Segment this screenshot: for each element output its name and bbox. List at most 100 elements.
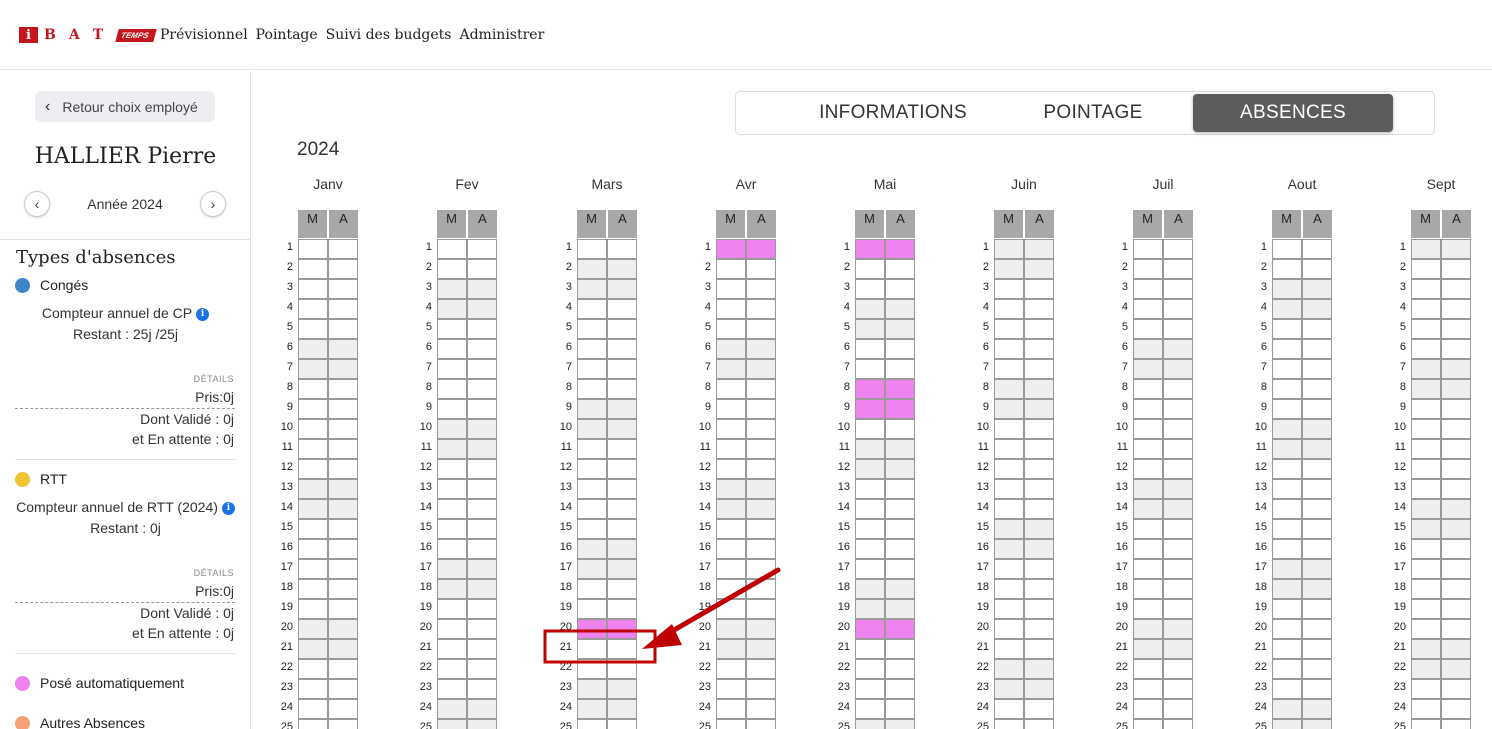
day-cell-afternoon[interactable]: [1302, 239, 1332, 259]
day-cell-morning[interactable]: [298, 279, 328, 299]
day-cell-afternoon[interactable]: [1302, 459, 1332, 479]
day-cell-afternoon[interactable]: [607, 359, 637, 379]
day-cell-morning[interactable]: [1411, 659, 1441, 679]
day-cell-morning[interactable]: [437, 239, 467, 259]
nav-administrer[interactable]: Administrer: [459, 27, 544, 43]
day-cell-afternoon[interactable]: [467, 599, 497, 619]
day-cell-morning[interactable]: [577, 379, 607, 399]
day-cell-afternoon[interactable]: [1302, 379, 1332, 399]
day-cell-morning[interactable]: [1133, 639, 1163, 659]
day-cell-afternoon[interactable]: [1163, 719, 1193, 729]
day-cell-morning[interactable]: [1272, 279, 1302, 299]
info-icon[interactable]: i: [196, 307, 210, 321]
day-cell-morning[interactable]: [716, 419, 746, 439]
day-cell-afternoon[interactable]: [1302, 259, 1332, 279]
day-cell-morning[interactable]: [1272, 419, 1302, 439]
day-cell-afternoon[interactable]: [885, 699, 915, 719]
day-cell-morning[interactable]: [1272, 559, 1302, 579]
day-cell-afternoon[interactable]: [328, 319, 358, 339]
day-cell-morning[interactable]: [577, 599, 607, 619]
day-cell-morning[interactable]: [855, 539, 885, 559]
day-cell-afternoon[interactable]: [1163, 679, 1193, 699]
day-cell-morning[interactable]: [716, 659, 746, 679]
day-cell-afternoon[interactable]: [467, 359, 497, 379]
day-cell-afternoon[interactable]: [1441, 559, 1471, 579]
day-cell-morning[interactable]: [298, 639, 328, 659]
day-cell-morning[interactable]: [577, 659, 607, 679]
day-cell-afternoon[interactable]: [746, 399, 776, 419]
day-cell-morning[interactable]: [298, 599, 328, 619]
day-cell-afternoon[interactable]: [885, 519, 915, 539]
day-cell-morning[interactable]: [1133, 319, 1163, 339]
day-cell-morning[interactable]: [1272, 619, 1302, 639]
day-cell-morning[interactable]: [577, 539, 607, 559]
day-cell-afternoon[interactable]: [1163, 599, 1193, 619]
day-cell-afternoon[interactable]: [467, 239, 497, 259]
day-cell-morning[interactable]: [994, 239, 1024, 259]
day-cell-morning[interactable]: [1411, 719, 1441, 729]
day-cell-morning[interactable]: [855, 559, 885, 579]
day-cell-afternoon[interactable]: [607, 719, 637, 729]
day-cell-morning[interactable]: [716, 559, 746, 579]
day-cell-afternoon[interactable]: [328, 539, 358, 559]
day-cell-afternoon[interactable]: [467, 699, 497, 719]
day-cell-morning[interactable]: [716, 599, 746, 619]
day-cell-morning[interactable]: [716, 259, 746, 279]
day-cell-morning[interactable]: [298, 679, 328, 699]
day-cell-afternoon[interactable]: [1441, 419, 1471, 439]
day-cell-morning[interactable]: [994, 519, 1024, 539]
day-cell-afternoon[interactable]: [1441, 519, 1471, 539]
day-cell-afternoon[interactable]: [1441, 339, 1471, 359]
day-cell-morning[interactable]: [577, 239, 607, 259]
day-cell-morning[interactable]: [1133, 459, 1163, 479]
info-icon[interactable]: i: [221, 501, 235, 515]
day-cell-afternoon[interactable]: [1163, 559, 1193, 579]
day-cell-afternoon[interactable]: [607, 259, 637, 279]
day-cell-morning[interactable]: [994, 339, 1024, 359]
day-cell-morning[interactable]: [437, 399, 467, 419]
day-cell-afternoon[interactable]: [1302, 359, 1332, 379]
day-cell-afternoon[interactable]: [885, 679, 915, 699]
day-cell-morning[interactable]: [855, 379, 885, 399]
day-cell-afternoon[interactable]: [1163, 359, 1193, 379]
day-cell-afternoon[interactable]: [1163, 319, 1193, 339]
day-cell-morning[interactable]: [577, 639, 607, 659]
day-cell-afternoon[interactable]: [607, 339, 637, 359]
day-cell-afternoon[interactable]: [467, 719, 497, 729]
day-cell-afternoon[interactable]: [328, 339, 358, 359]
day-cell-morning[interactable]: [577, 619, 607, 639]
day-cell-afternoon[interactable]: [746, 439, 776, 459]
day-cell-afternoon[interactable]: [1441, 479, 1471, 499]
day-cell-morning[interactable]: [437, 539, 467, 559]
day-cell-morning[interactable]: [1133, 659, 1163, 679]
day-cell-morning[interactable]: [577, 339, 607, 359]
day-cell-morning[interactable]: [437, 339, 467, 359]
day-cell-afternoon[interactable]: [328, 479, 358, 499]
day-cell-afternoon[interactable]: [467, 439, 497, 459]
day-cell-morning[interactable]: [716, 439, 746, 459]
day-cell-morning[interactable]: [437, 259, 467, 279]
day-cell-morning[interactable]: [855, 679, 885, 699]
day-cell-morning[interactable]: [855, 619, 885, 639]
day-cell-afternoon[interactable]: [328, 299, 358, 319]
day-cell-afternoon[interactable]: [1163, 299, 1193, 319]
day-cell-morning[interactable]: [716, 479, 746, 499]
day-cell-morning[interactable]: [437, 359, 467, 379]
day-cell-morning[interactable]: [994, 699, 1024, 719]
day-cell-morning[interactable]: [1411, 299, 1441, 319]
prev-year-button[interactable]: ‹: [24, 191, 50, 217]
day-cell-afternoon[interactable]: [328, 559, 358, 579]
day-cell-afternoon[interactable]: [607, 419, 637, 439]
day-cell-afternoon[interactable]: [1302, 279, 1332, 299]
day-cell-morning[interactable]: [437, 379, 467, 399]
day-cell-afternoon[interactable]: [746, 639, 776, 659]
day-cell-morning[interactable]: [1133, 679, 1163, 699]
day-cell-morning[interactable]: [1133, 299, 1163, 319]
day-cell-afternoon[interactable]: [328, 619, 358, 639]
day-cell-afternoon[interactable]: [607, 699, 637, 719]
day-cell-afternoon[interactable]: [1441, 239, 1471, 259]
day-cell-morning[interactable]: [994, 639, 1024, 659]
day-cell-afternoon[interactable]: [1302, 659, 1332, 679]
day-cell-morning[interactable]: [437, 279, 467, 299]
day-cell-afternoon[interactable]: [1302, 559, 1332, 579]
